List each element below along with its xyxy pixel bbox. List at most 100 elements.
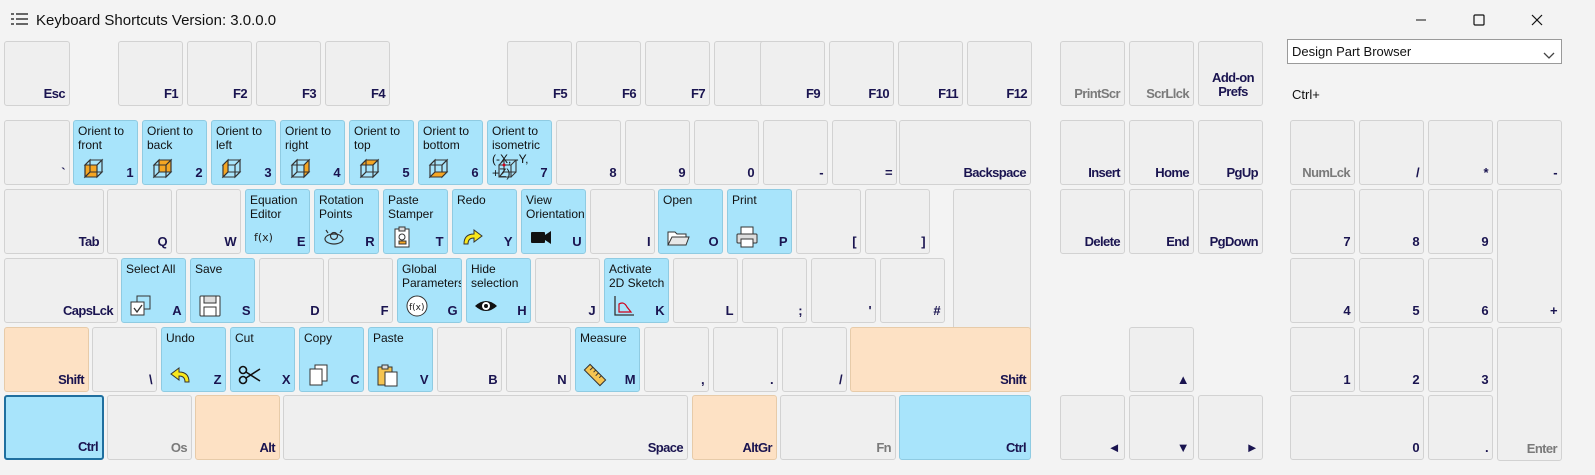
key-period[interactable]: . <box>713 327 778 392</box>
key-comma[interactable]: , <box>644 327 709 392</box>
key-6[interactable]: Orient to bottom 6 <box>418 120 483 185</box>
key-space[interactable]: Space <box>283 395 688 460</box>
key-shift[interactable]: Shift <box>4 327 89 392</box>
key-right-arrow[interactable]: ► <box>1198 395 1263 460</box>
key-g[interactable]: Global Parameters f(x) G <box>397 258 462 323</box>
key-pgup[interactable]: PgUp <box>1198 120 1263 185</box>
key-altgr[interactable]: AltGr <box>692 395 777 460</box>
key-asterisk[interactable]: * <box>1428 120 1493 185</box>
key-apostrophe[interactable]: ' <box>811 258 876 323</box>
key-3[interactable]: 3 <box>1428 327 1493 392</box>
key-f[interactable]: F <box>328 258 393 323</box>
key-fn[interactable]: Fn <box>780 395 896 460</box>
key-os[interactable]: Os <box>107 395 192 460</box>
key-l[interactable]: L <box>673 258 738 323</box>
key-5[interactable]: 5 <box>1359 258 1424 323</box>
key-home[interactable]: Home <box>1129 120 1194 185</box>
key-slash[interactable]: / <box>782 327 847 392</box>
key-minus[interactable]: - <box>1497 120 1562 185</box>
key-ctrl[interactable]: Ctrl <box>4 395 104 460</box>
key-a[interactable]: Select All A <box>121 258 186 323</box>
key-slash[interactable]: / <box>1359 120 1424 185</box>
key-f2[interactable]: F2 <box>187 41 252 106</box>
key-9[interactable]: 9 <box>1428 189 1493 254</box>
key-plus[interactable]: + <box>1497 189 1562 323</box>
key-hash[interactable]: # <box>880 258 945 323</box>
key-8[interactable]: 8 <box>556 120 621 185</box>
key-z[interactable]: Undo Z <box>161 327 226 392</box>
key-ctrl[interactable]: Ctrl <box>899 395 1031 460</box>
key-t[interactable]: Paste Stamper T <box>383 189 448 254</box>
key-b[interactable]: B <box>437 327 502 392</box>
key-period[interactable]: . <box>1428 395 1493 460</box>
key-8[interactable]: 8 <box>1359 189 1424 254</box>
key-add-on-prefs[interactable]: Add-on Prefs <box>1198 41 1263 106</box>
key-p[interactable]: Print P <box>727 189 792 254</box>
key-0[interactable]: 0 <box>1290 395 1424 460</box>
key-backslash[interactable]: \ <box>92 327 157 392</box>
key-2[interactable]: 2 <box>1359 327 1424 392</box>
key-down-arrow[interactable]: ▼ <box>1129 395 1194 460</box>
key-f6[interactable]: F6 <box>576 41 641 106</box>
key-f12[interactable]: F12 <box>967 41 1032 106</box>
key-0[interactable]: 0 <box>694 120 759 185</box>
key-left-bracket[interactable]: [ <box>796 189 861 254</box>
key-f10[interactable]: F10 <box>829 41 894 106</box>
key-7[interactable]: 7 <box>1290 189 1355 254</box>
key-3[interactable]: Orient to left 3 <box>211 120 276 185</box>
key-9[interactable]: 9 <box>625 120 690 185</box>
key-backspace[interactable]: Backspace <box>899 120 1031 185</box>
key-alt[interactable]: Alt <box>195 395 280 460</box>
key-numlck[interactable]: NumLck <box>1290 120 1355 185</box>
key-printscr[interactable]: PrintScr <box>1060 41 1125 106</box>
key-k[interactable]: Activate 2D Sketch K <box>604 258 669 323</box>
key-r[interactable]: Rotation Points R <box>314 189 379 254</box>
key-capslck[interactable]: CapsLck <box>4 258 118 323</box>
close-button[interactable] <box>1508 0 1566 40</box>
key-delete[interactable]: Delete <box>1060 189 1125 254</box>
key-f11[interactable]: F11 <box>898 41 963 106</box>
key-insert[interactable]: Insert <box>1060 120 1125 185</box>
key-f3[interactable]: F3 <box>256 41 321 106</box>
key-6[interactable]: 6 <box>1428 258 1493 323</box>
shortcut-context-dropdown[interactable]: Design Part Browser <box>1287 39 1562 64</box>
key-2[interactable]: Orient to back 2 <box>142 120 207 185</box>
key-v[interactable]: Paste V <box>368 327 433 392</box>
key-1[interactable]: 1 <box>1290 327 1355 392</box>
key-scrllck[interactable]: ScrLlck <box>1129 41 1194 106</box>
key-f1[interactable]: F1 <box>118 41 183 106</box>
key-f7[interactable]: F7 <box>645 41 710 106</box>
key-up-arrow[interactable]: ▲ <box>1129 327 1194 392</box>
key-x[interactable]: Cut X <box>230 327 295 392</box>
key-w[interactable]: W <box>176 189 241 254</box>
key-h[interactable]: Hide selection H <box>466 258 531 323</box>
key-shift[interactable]: Shift <box>850 327 1031 392</box>
key-q[interactable]: Q <box>107 189 172 254</box>
key-o[interactable]: Open O <box>658 189 723 254</box>
key-f5[interactable]: F5 <box>507 41 572 106</box>
key-equals[interactable]: = <box>832 120 897 185</box>
key-m[interactable]: Measure M <box>575 327 640 392</box>
key-n[interactable]: N <box>506 327 571 392</box>
maximize-button[interactable] <box>1450 0 1508 40</box>
key-5[interactable]: Orient to top 5 <box>349 120 414 185</box>
key-f4[interactable]: F4 <box>325 41 390 106</box>
key-4[interactable]: 4 <box>1290 258 1355 323</box>
key-tab[interactable]: Tab <box>4 189 104 254</box>
key-f9[interactable]: F9 <box>760 41 825 106</box>
key-end[interactable]: End <box>1129 189 1194 254</box>
key-y[interactable]: Redo Y <box>452 189 517 254</box>
key-i[interactable]: I <box>590 189 655 254</box>
key-esc[interactable]: Esc <box>4 41 70 106</box>
key-backtick[interactable]: ` <box>4 120 70 185</box>
minimize-button[interactable] <box>1392 0 1450 40</box>
key-7[interactable]: Orient to isometric (-X, -Y, +Z) 7 <box>487 120 552 185</box>
key-s[interactable]: Save S <box>190 258 255 323</box>
key-right-bracket[interactable]: ] <box>865 189 930 254</box>
key-1[interactable]: Orient to front 1 <box>73 120 138 185</box>
key-4[interactable]: Orient to right 4 <box>280 120 345 185</box>
key-semicolon[interactable]: ; <box>742 258 807 323</box>
key-c[interactable]: Copy C <box>299 327 364 392</box>
key-left-arrow[interactable]: ◄ <box>1060 395 1125 460</box>
key-enter[interactable]: Enter <box>1497 327 1562 461</box>
